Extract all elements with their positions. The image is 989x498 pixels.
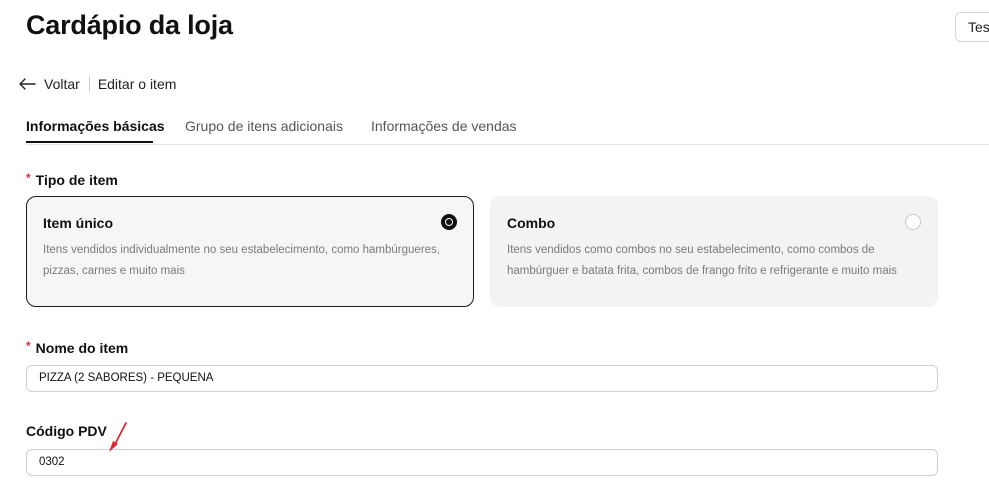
item-name-label-text: Nome do item [35, 340, 129, 356]
required-mark: * [26, 339, 31, 353]
back-link[interactable]: Voltar [18, 76, 80, 92]
item-name-label: * Nome do item [26, 339, 128, 356]
option-card-single-item[interactable]: Item único Itens vendidos individualment… [26, 196, 474, 307]
tab-sales-info[interactable]: Informações de vendas [371, 118, 517, 134]
page-title: Cardápio da loja [26, 10, 233, 40]
option-title: Item único [43, 215, 114, 231]
option-title: Combo [507, 215, 556, 231]
required-mark: * [26, 171, 31, 185]
tab-additional-groups[interactable]: Grupo de itens adicionais [185, 118, 343, 134]
option-description: Itens vendidos como combos no seu estabe… [507, 244, 897, 277]
tab-basic-info[interactable]: Informações básicas [26, 118, 165, 134]
pdv-code-label: Código PDV [26, 423, 107, 439]
arrow-left-icon [19, 78, 36, 90]
option-card-combo[interactable]: Combo Itens vendidos como combos no seu … [490, 196, 938, 307]
radio-unselected[interactable] [905, 214, 921, 230]
breadcrumb-separator [88, 76, 90, 92]
radio-selected[interactable] [441, 214, 457, 230]
red-arrow-icon [109, 422, 127, 452]
breadcrumb: Voltar Editar o item [18, 74, 176, 94]
breadcrumb-current: Editar o item [97, 76, 177, 92]
pdv-code-input[interactable]: 0302 [26, 449, 938, 476]
option-description: Itens vendidos individualmente no seu es… [43, 244, 440, 277]
back-label: Voltar [44, 76, 80, 92]
item-name-input[interactable]: PIZZA (2 SABORES) - PEQUENA [26, 365, 938, 392]
top-right-button[interactable]: Tes [955, 12, 989, 42]
active-tab-indicator [26, 141, 153, 143]
item-type-label-text: Tipo de item [35, 172, 118, 188]
tab-bar: Informações básicas Grupo de itens adici… [26, 108, 989, 145]
item-type-label: * Tipo de item [26, 171, 118, 188]
